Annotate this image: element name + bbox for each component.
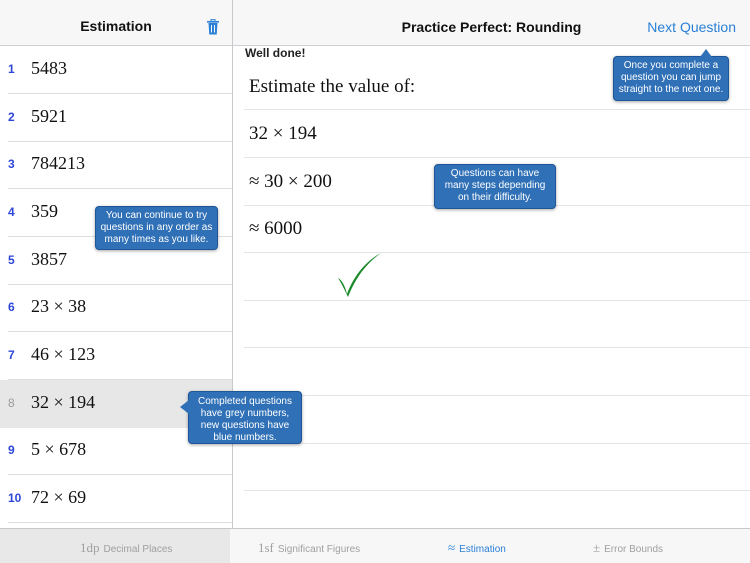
question-number: 3 <box>8 157 15 171</box>
tab-symbol: ≈ <box>448 540 456 555</box>
question-row[interactable]: 7 46 × 123 <box>0 332 232 380</box>
work-line <box>244 490 750 491</box>
question-number: 8 <box>8 396 15 410</box>
question-text: 784213 <box>31 153 85 173</box>
tooltip-text: You can continue to try questions in any… <box>100 210 213 245</box>
tooltip-arrow <box>700 49 712 57</box>
tab-label: Error Bounds <box>604 544 664 555</box>
work-line <box>244 109 750 110</box>
question-row[interactable]: 6 23 × 38 <box>0 284 232 332</box>
checkmark-icon <box>338 253 381 297</box>
work-line <box>244 300 750 301</box>
main-header: Practice Perfect: Rounding Next Question <box>233 0 750 46</box>
status-message: Well done! <box>245 46 306 60</box>
work-line <box>244 157 750 158</box>
work-step[interactable]: ≈ 30 × 200 <box>249 171 332 193</box>
tab-symbol: 1sf <box>258 540 274 555</box>
tooltip-text: Questions can have many steps depending … <box>444 168 546 203</box>
tab-significant-figures[interactable]: 1sf Significant Figures <box>258 540 360 556</box>
tooltip-text: Once you complete a question you can jum… <box>618 60 724 95</box>
sidebar-title: Estimation <box>80 18 152 34</box>
work-step[interactable]: ≈ 6000 <box>249 218 302 240</box>
work-line <box>244 395 750 396</box>
question-number: 6 <box>8 300 15 314</box>
tooltip-steps: Questions can have many steps depending … <box>434 164 556 209</box>
work-line <box>244 252 750 253</box>
question-number: 4 <box>8 205 15 219</box>
tab-symbol: ± <box>593 540 601 555</box>
tooltip-arrow <box>180 400 189 414</box>
question-text: 3857 <box>31 249 67 269</box>
tab-estimation[interactable]: ≈ Estimation <box>448 540 506 556</box>
question-prompt: Estimate the value of: <box>249 76 416 97</box>
question-number: 2 <box>8 110 15 124</box>
question-text: 5 × 678 <box>31 439 87 459</box>
question-text: 5483 <box>31 58 67 78</box>
tooltip-next-question: Once you complete a question you can jum… <box>613 49 729 101</box>
question-row[interactable]: 2 5921 <box>0 94 232 142</box>
question-row[interactable]: 10 72 × 69 <box>0 475 232 523</box>
question-number: 5 <box>8 253 15 267</box>
tab-label: Estimation <box>459 544 506 555</box>
tab-bar: 1dp Decimal Places 1sf Significant Figures… <box>0 528 750 563</box>
work-line <box>244 347 750 348</box>
question-text: 32 × 194 <box>31 392 96 412</box>
tooltip-number-colors: Completed questions have grey numbers, n… <box>180 391 302 444</box>
question-row[interactable]: 3 784213 <box>0 141 232 189</box>
question-number: 9 <box>8 443 15 457</box>
tab-label: Decimal Places <box>103 544 173 555</box>
question-number: 1 <box>8 62 15 76</box>
row-divider <box>8 522 232 523</box>
tooltip-order: You can continue to try questions in any… <box>95 206 218 250</box>
question-text: 72 × 69 <box>31 487 87 507</box>
tooltip-text: Completed questions have grey numbers, n… <box>198 396 292 443</box>
question-number: 10 <box>8 491 22 505</box>
tab-decimal-places[interactable]: 1dp Decimal Places <box>0 529 230 563</box>
work-line <box>244 443 750 444</box>
question-number: 7 <box>8 348 15 362</box>
tab-symbol: 1dp <box>80 540 100 555</box>
question-text: 5921 <box>31 106 67 126</box>
question-text: 46 × 123 <box>31 344 96 364</box>
trash-icon[interactable] <box>206 19 220 35</box>
question-sidebar: Estimation 1 5483 2 5921 3 784213 4 359 … <box>0 0 233 528</box>
next-question-button[interactable]: Next Question <box>647 19 736 35</box>
sidebar-header: Estimation <box>0 0 232 46</box>
tab-label: Significant Figures <box>277 544 361 555</box>
question-text: 23 × 38 <box>31 296 87 316</box>
question-text: 359 <box>31 201 58 221</box>
question-row[interactable]: 1 5483 <box>0 46 232 94</box>
work-step[interactable]: 32 × 194 <box>249 123 317 145</box>
tab-error-bounds[interactable]: ± Error Bounds <box>593 540 663 556</box>
